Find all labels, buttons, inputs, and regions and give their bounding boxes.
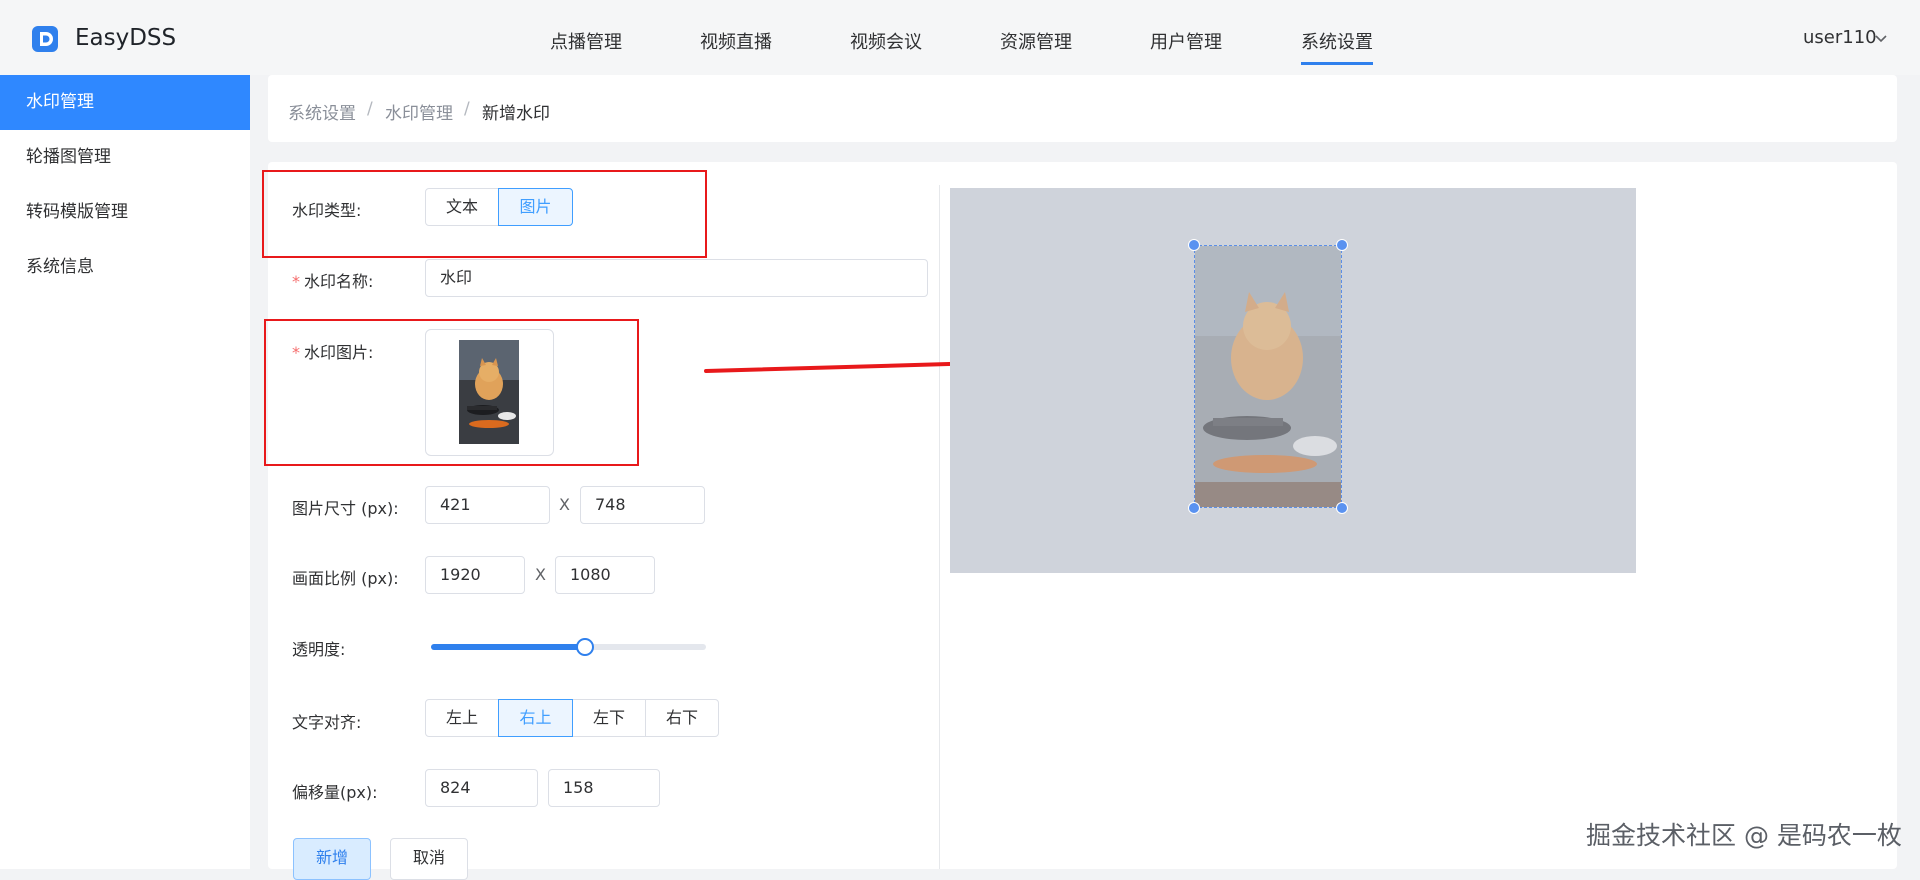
breadcrumb-watermark[interactable]: 水印管理 xyxy=(385,99,453,124)
brand-name: EasyDSS xyxy=(75,25,177,51)
nav-users[interactable]: 用户管理 xyxy=(1150,28,1222,54)
offset-label: 偏移量(px): xyxy=(292,783,378,802)
breadcrumb-current: 新增水印 xyxy=(482,104,550,124)
breadcrumb-separator: / xyxy=(464,99,470,119)
ratio-height-input[interactable]: 1080 xyxy=(555,556,655,594)
easydss-logo-icon xyxy=(32,26,58,52)
opacity-slider-fill xyxy=(431,644,585,650)
align-option-top-right[interactable]: 右上 xyxy=(498,699,573,737)
annotation-box-type xyxy=(262,170,707,258)
opacity-slider[interactable] xyxy=(431,638,706,656)
align-option-bottom-left[interactable]: 左下 xyxy=(572,699,646,737)
resize-handle-bottom-right[interactable] xyxy=(1336,502,1348,514)
size-x-separator: X xyxy=(559,495,570,514)
opacity-label: 透明度: xyxy=(292,640,346,659)
sidebar-item-system-info[interactable]: 系统信息 xyxy=(0,240,250,295)
sidebar: 水印管理 轮播图管理 转码模版管理 系统信息 xyxy=(0,75,250,869)
nav-live[interactable]: 视频直播 xyxy=(700,28,772,54)
watermark-name-input[interactable]: 水印 xyxy=(425,259,928,297)
column-divider xyxy=(939,185,940,869)
resize-handle-bottom-left[interactable] xyxy=(1188,502,1200,514)
nav-vod[interactable]: 点播管理 xyxy=(550,28,622,54)
opacity-slider-handle[interactable] xyxy=(576,638,594,656)
user-menu[interactable]: user110 xyxy=(1803,27,1877,48)
nav-settings[interactable]: 系统设置 xyxy=(1301,28,1373,65)
resize-handle-top-right[interactable] xyxy=(1336,239,1348,251)
sidebar-item-carousel[interactable]: 轮播图管理 xyxy=(0,130,250,185)
ratio-label: 画面比例 (px): xyxy=(292,569,399,588)
type-option-image[interactable]: 图片 xyxy=(498,188,573,226)
nav-meeting[interactable]: 视频会议 xyxy=(850,28,922,54)
breadcrumb-system-settings[interactable]: 系统设置 xyxy=(288,99,356,124)
align-option-top-left[interactable]: 左上 xyxy=(425,699,499,737)
name-label-text: 水印名称: xyxy=(304,272,374,291)
breadcrumb: 系统设置 / 水印管理 / 新增水印 xyxy=(268,75,1897,142)
nav-resource[interactable]: 资源管理 xyxy=(1000,28,1072,54)
ratio-width-input[interactable]: 1920 xyxy=(425,556,525,594)
image-height-input[interactable]: 748 xyxy=(580,486,705,524)
ratio-x-separator: X xyxy=(535,565,546,584)
watermark-preview xyxy=(950,188,1636,573)
align-option-bottom-right[interactable]: 右下 xyxy=(645,699,719,737)
sidebar-item-transcode-template[interactable]: 转码模版管理 xyxy=(0,185,250,240)
align-label: 文字对齐: xyxy=(292,713,362,732)
name-label: * 水印名称: xyxy=(292,268,373,292)
annotation-box-image xyxy=(264,319,639,466)
offset-x-input[interactable]: 824 xyxy=(425,769,538,807)
chevron-down-icon[interactable] xyxy=(1873,30,1889,46)
watermark-preview-image[interactable] xyxy=(1194,245,1342,508)
site-watermark-text: 掘金技术社区 @ 是码农一枚 xyxy=(1586,821,1902,850)
breadcrumb-separator: / xyxy=(367,99,373,119)
cancel-button[interactable]: 取消 xyxy=(390,838,468,880)
sidebar-item-watermark[interactable]: 水印管理 xyxy=(0,75,250,130)
required-mark: * xyxy=(292,272,300,291)
offset-y-input[interactable]: 158 xyxy=(548,769,660,807)
top-header: EasyDSS 点播管理 视频直播 视频会议 资源管理 用户管理 系统设置 us… xyxy=(0,0,1920,75)
cat-preview-image xyxy=(1195,246,1341,507)
submit-button[interactable]: 新增 xyxy=(293,838,371,880)
image-width-input[interactable]: 421 xyxy=(425,486,550,524)
size-label: 图片尺寸 (px): xyxy=(292,499,399,518)
resize-handle-top-left[interactable] xyxy=(1188,239,1200,251)
